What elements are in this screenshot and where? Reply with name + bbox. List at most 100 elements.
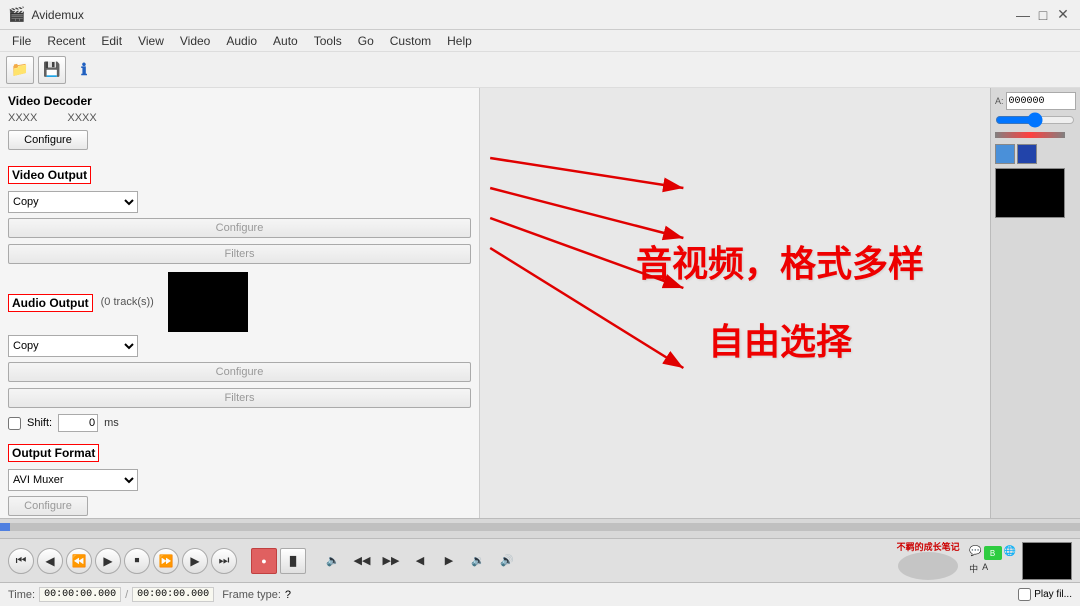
output-format-row: AVI Muxer MP4 Muxer MKV Muxer MOV Muxer [8, 469, 471, 491]
video-decoder-configure-button[interactable]: Configure [8, 130, 88, 150]
prev-frame-button[interactable]: ◀ [37, 548, 63, 574]
current-time-display: 00:00:00.000 [39, 587, 121, 602]
go-to-end-button[interactable]: ⏭ [211, 548, 237, 574]
audio-shift-row: Shift: ms [8, 414, 471, 432]
toolbar-save-button[interactable]: 💾 [38, 56, 66, 84]
player-controls: ⏮ ◀ ⏪ ▶ ⏹ ⏩ ▶ ⏭ ● ▐▌ 🔈 ◀◀ ▶▶ ◀ ▶ 🔉 🔊 不羁的… [0, 538, 1080, 582]
video-preview-thumb [1022, 542, 1072, 580]
codec-label-1: XXXX [8, 112, 37, 124]
prev2-button[interactable]: ◀ [407, 548, 433, 574]
audio-output-configure-button[interactable]: Configure [8, 362, 471, 382]
play-button[interactable]: ▶ [95, 548, 121, 574]
timeline-bar[interactable] [0, 523, 1080, 531]
menu-recent[interactable]: Recent [39, 30, 93, 52]
menu-audio[interactable]: Audio [218, 30, 265, 52]
record-button[interactable]: ● [251, 548, 277, 574]
audio-shift-checkbox[interactable] [8, 417, 21, 430]
color-gradient-bar [995, 132, 1065, 138]
toolbar-open-button[interactable]: 📁 [6, 56, 34, 84]
wechat-icon: 💬 [969, 546, 981, 560]
decoder-labels: XXXX XXXX [8, 112, 471, 124]
title-bar-controls: — □ ✕ [1014, 6, 1072, 24]
menu-file[interactable]: File [4, 30, 39, 52]
audio-shift-label: Shift: [27, 417, 52, 429]
frame-type-label: Frame type: [222, 589, 281, 601]
vol-up-button[interactable]: 🔊 [494, 548, 520, 574]
audio-output-title: Audio Output [8, 294, 93, 312]
a-label: A: [995, 96, 1004, 106]
minimize-button[interactable]: — [1014, 6, 1032, 24]
audio-output-filters-button[interactable]: Filters [8, 388, 471, 408]
title-bar-left: 🎬 Avidemux [8, 6, 84, 23]
browser-icon: 🌐 [1004, 546, 1016, 560]
right-panel: 音视频，格式多样 自由选择 A: [480, 88, 1080, 518]
bilibili-icon: B [984, 546, 1002, 560]
tray-icons: 💬 B 🌐 [969, 546, 1016, 560]
timeline-progress [0, 523, 10, 531]
audio-codec-row: Copy MP3 AAC AC3 [8, 335, 471, 357]
system-tray: 💬 B 🌐 中 A [969, 546, 1016, 575]
maximize-button[interactable]: □ [1034, 6, 1052, 24]
annotation-line1: 音视频，格式多样 [636, 235, 924, 293]
menu-bar: File Recent Edit View Video Audio Auto T… [0, 30, 1080, 52]
stop-button[interactable]: ⏹ [124, 548, 150, 574]
timeline-area[interactable] [0, 518, 1080, 538]
menu-edit[interactable]: Edit [93, 30, 130, 52]
time-status: Time: 00:00:00.000 / 00:00:00.000 [8, 587, 214, 602]
vol-mute-button[interactable]: 🔈 [320, 548, 346, 574]
color-btn-dark-blue[interactable] [1017, 144, 1037, 164]
color-btn-blue[interactable] [995, 144, 1015, 164]
audio-shift-input[interactable] [58, 414, 98, 432]
fast-forward-button[interactable]: ⏩ [153, 548, 179, 574]
toolbar-info-button[interactable]: ℹ [70, 56, 98, 84]
rewind2-button[interactable]: ◀◀ [349, 548, 375, 574]
toolbar: 📁 💾 ℹ [0, 52, 1080, 88]
rewind-button[interactable]: ⏪ [66, 548, 92, 574]
ime-en: A [982, 562, 988, 575]
annotation-container: 音视频，格式多样 自由选择 [616, 215, 944, 390]
menu-help[interactable]: Help [439, 30, 480, 52]
play-file-area: Play fil... [1018, 588, 1072, 601]
play-file-checkbox-row: Play fil... [1018, 588, 1072, 601]
right-panel-a-row: A: [995, 92, 1076, 110]
forward2-button[interactable]: ▶▶ [378, 548, 404, 574]
audio-codec-select[interactable]: Copy MP3 AAC AC3 [8, 335, 138, 357]
close-button[interactable]: ✕ [1054, 6, 1072, 24]
video-output-filters-button[interactable]: Filters [8, 244, 471, 264]
video-output-title: Video Output [8, 166, 91, 184]
output-format-configure-button[interactable]: Configure [8, 496, 88, 516]
video-decoder-section: Video Decoder XXXX XXXX Configure [8, 94, 471, 152]
menu-tools[interactable]: Tools [306, 30, 350, 52]
play-file-checkbox[interactable] [1018, 588, 1031, 601]
video-codec-row: Copy x264 x265 MPEG-4 [8, 191, 471, 213]
next-frame-button[interactable]: ▶ [182, 548, 208, 574]
left-panel: Video Decoder XXXX XXXX Configure Video … [0, 88, 480, 518]
status-bar: Time: 00:00:00.000 / 00:00:00.000 Frame … [0, 582, 1080, 606]
a-value-input[interactable] [1006, 92, 1076, 110]
menu-custom[interactable]: Custom [382, 30, 439, 52]
menu-go[interactable]: Go [350, 30, 382, 52]
annotation-line2: 自由选择 [636, 313, 924, 371]
menu-view[interactable]: View [130, 30, 172, 52]
vol-down-button[interactable]: 🔉 [465, 548, 491, 574]
video-output-section: Video Output Copy x264 x265 MPEG-4 Confi… [8, 160, 471, 266]
right-panel-slider[interactable] [995, 114, 1075, 126]
avatar-placeholder [898, 552, 958, 580]
video-output-configure-button[interactable]: Configure [8, 218, 471, 238]
go-to-start-button[interactable]: ⏮ [8, 548, 34, 574]
video-codec-select[interactable]: Copy x264 x265 MPEG-4 [8, 191, 138, 213]
segment-button[interactable]: ▐▌ [280, 548, 306, 574]
ime-indicator: 中 A [969, 562, 1016, 575]
frame-type-value: ? [285, 589, 291, 601]
audio-output-section: Audio Output (0 track(s)) Copy MP3 AAC A… [8, 272, 471, 432]
right-panel-preview [995, 168, 1065, 218]
codec-label-2: XXXX [67, 112, 96, 124]
right-panel-color-buttons [995, 144, 1076, 164]
time-separator: / [125, 589, 128, 601]
app-icon: 🎬 [8, 6, 25, 23]
output-format-title: Output Format [8, 444, 99, 462]
menu-video[interactable]: Video [172, 30, 218, 52]
menu-auto[interactable]: Auto [265, 30, 306, 52]
next2-button[interactable]: ▶ [436, 548, 462, 574]
output-format-select[interactable]: AVI Muxer MP4 Muxer MKV Muxer MOV Muxer [8, 469, 138, 491]
